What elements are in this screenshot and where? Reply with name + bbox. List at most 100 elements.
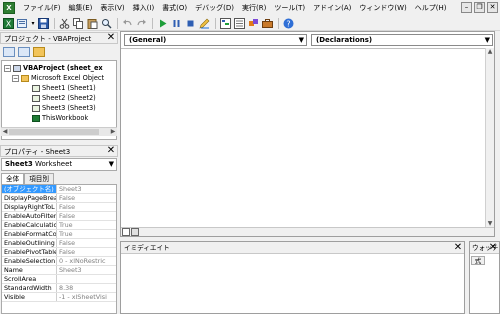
procedure-combo[interactable]: (Declarations) ▼ [311, 34, 493, 46]
tab-categorized[interactable]: 項目別 [24, 173, 54, 184]
menu-help[interactable]: ヘルプ(H) [411, 1, 451, 15]
property-key: DisplayPageBrea [4, 194, 57, 202]
property-value[interactable]: Sheet3 [57, 266, 116, 274]
immediate-window[interactable]: イミディエイト ✕ [120, 241, 465, 314]
scroll-right-icon[interactable]: ▶ [109, 128, 117, 136]
property-row[interactable]: EnablePivotTable False [2, 248, 116, 257]
menu-file[interactable]: ファイル(F) [19, 1, 65, 15]
property-row[interactable]: Name Sheet3 [2, 266, 116, 275]
menu-format[interactable]: 書式(O) [158, 1, 191, 15]
property-value[interactable]: False [57, 212, 116, 220]
scroll-up-icon[interactable]: ▲ [486, 48, 494, 56]
properties-tabs: 全体 項目別 [1, 173, 54, 184]
object-combo[interactable]: (General) ▼ [124, 34, 307, 46]
collapse-icon[interactable]: − [12, 75, 19, 82]
property-value[interactable]: False [57, 194, 116, 202]
property-row[interactable]: (オブジェクト名) Sheet3 [2, 185, 116, 194]
property-row[interactable]: ScrollArea [2, 275, 116, 284]
property-row[interactable]: EnableFormatCo True [2, 230, 116, 239]
property-row[interactable]: EnableCalculatio True [2, 221, 116, 230]
object-combo-value: (General) [129, 36, 167, 44]
run-icon[interactable] [156, 17, 169, 30]
property-row[interactable]: EnableAutoFilter False [2, 212, 116, 221]
scroll-left-icon[interactable]: ◀ [1, 128, 9, 136]
property-value[interactable]: -1 - xlSheetVisi [57, 293, 116, 301]
tree-node-sheet1[interactable]: Sheet1 (Sheet1) [32, 84, 96, 93]
collapse-icon[interactable]: − [4, 65, 11, 72]
property-value[interactable]: False [57, 248, 116, 256]
close-icon[interactable]: ✕ [488, 242, 498, 253]
menu-edit[interactable]: 編集(E) [65, 1, 97, 15]
tree-node-sheet3[interactable]: Sheet3 (Sheet3) [32, 104, 96, 113]
close-icon[interactable]: ✕ [106, 33, 116, 43]
property-value[interactable]: False [57, 203, 116, 211]
find-icon[interactable] [100, 17, 113, 30]
excel-icon[interactable]: X [2, 17, 15, 30]
minimize-button[interactable]: – [461, 2, 472, 13]
design-mode-icon[interactable] [198, 17, 211, 30]
code-vscroll[interactable]: ▲ ▼ [485, 48, 494, 228]
property-row[interactable]: StandardWidth 8.38 [2, 284, 116, 293]
undo-icon[interactable] [121, 17, 134, 30]
project-tree-hscroll[interactable]: ◀ ▶ [1, 127, 117, 136]
chevron-down-icon[interactable]: ▼ [109, 159, 114, 170]
save-icon[interactable] [37, 17, 50, 30]
property-row[interactable]: EnableOutlining False [2, 239, 116, 248]
close-icon[interactable]: ✕ [453, 242, 463, 253]
property-row[interactable]: DisplayRightToL False [2, 203, 116, 212]
excel-app-icon[interactable]: X [3, 2, 15, 14]
menu-debug[interactable]: デバッグ(D) [191, 1, 238, 15]
property-value[interactable]: True [57, 230, 116, 238]
menu-insert[interactable]: 挿入(I) [129, 1, 159, 15]
property-value[interactable] [57, 275, 116, 283]
property-value[interactable]: 8.38 [57, 284, 116, 292]
restore-button[interactable]: ❐ [474, 2, 485, 13]
full-module-view-icon[interactable] [131, 228, 139, 236]
object-selector[interactable]: Sheet3 Worksheet ▼ [1, 158, 117, 171]
watch-window[interactable]: ウォッチ ✕ 式 [469, 241, 500, 314]
tree-node-sheet2[interactable]: Sheet2 (Sheet2) [32, 94, 96, 103]
watch-column-header[interactable]: 式 [471, 256, 485, 265]
property-value[interactable]: 0 - xlNoRestric [57, 257, 116, 265]
project-explorer-icon[interactable] [219, 17, 232, 30]
help-icon[interactable]: ? [282, 17, 295, 30]
property-value[interactable]: True [57, 221, 116, 229]
toggle-folders-icon[interactable] [33, 47, 45, 57]
break-icon[interactable] [170, 17, 183, 30]
menu-run[interactable]: 実行(R) [238, 1, 270, 15]
code-editor[interactable] [121, 48, 494, 228]
properties-icon[interactable] [233, 17, 246, 30]
property-row[interactable]: DisplayPageBrea False [2, 194, 116, 203]
view-object-icon[interactable] [18, 47, 30, 57]
tree-node-thisworkbook[interactable]: ThisWorkbook [32, 114, 88, 123]
menu-window[interactable]: ウィンドウ(W) [355, 1, 410, 15]
cut-icon[interactable] [58, 17, 71, 30]
tree-node-folder[interactable]: − Microsoft Excel Object [12, 74, 104, 83]
reset-icon[interactable] [184, 17, 197, 30]
paste-icon[interactable] [86, 17, 99, 30]
property-row[interactable]: EnableSelection 0 - xlNoRestric [2, 257, 116, 266]
chevron-down-icon[interactable]: ▼ [485, 35, 490, 45]
object-browser-icon[interactable] [247, 17, 260, 30]
close-button[interactable]: ✕ [487, 2, 498, 13]
property-value[interactable]: False [57, 239, 116, 247]
procedure-view-icon[interactable] [122, 228, 130, 236]
property-value[interactable]: Sheet3 [57, 185, 116, 193]
menu-tools[interactable]: ツール(T) [270, 1, 309, 15]
menu-addins[interactable]: アドイン(A) [309, 1, 355, 15]
tab-alphabetic[interactable]: 全体 [1, 173, 25, 184]
chevron-down-icon[interactable]: ▼ [299, 35, 304, 45]
close-icon[interactable]: ✕ [106, 146, 116, 156]
project-explorer-toolbar [0, 45, 117, 59]
view-code-icon[interactable] [3, 47, 15, 57]
redo-icon[interactable] [135, 17, 148, 30]
scroll-thumb[interactable] [9, 129, 99, 135]
toolbox-icon[interactable] [261, 17, 274, 30]
insert-module-icon[interactable] [16, 17, 29, 30]
property-row[interactable]: Visible -1 - xlSheetVisi [2, 293, 116, 302]
menu-view[interactable]: 表示(V) [96, 1, 128, 15]
tree-node-project[interactable]: − VBAProject (sheet_ex [4, 64, 103, 73]
dropdown-caret-icon[interactable]: ▾ [30, 17, 36, 30]
property-key: (オブジェクト名) [2, 185, 57, 193]
copy-icon[interactable] [72, 17, 85, 30]
